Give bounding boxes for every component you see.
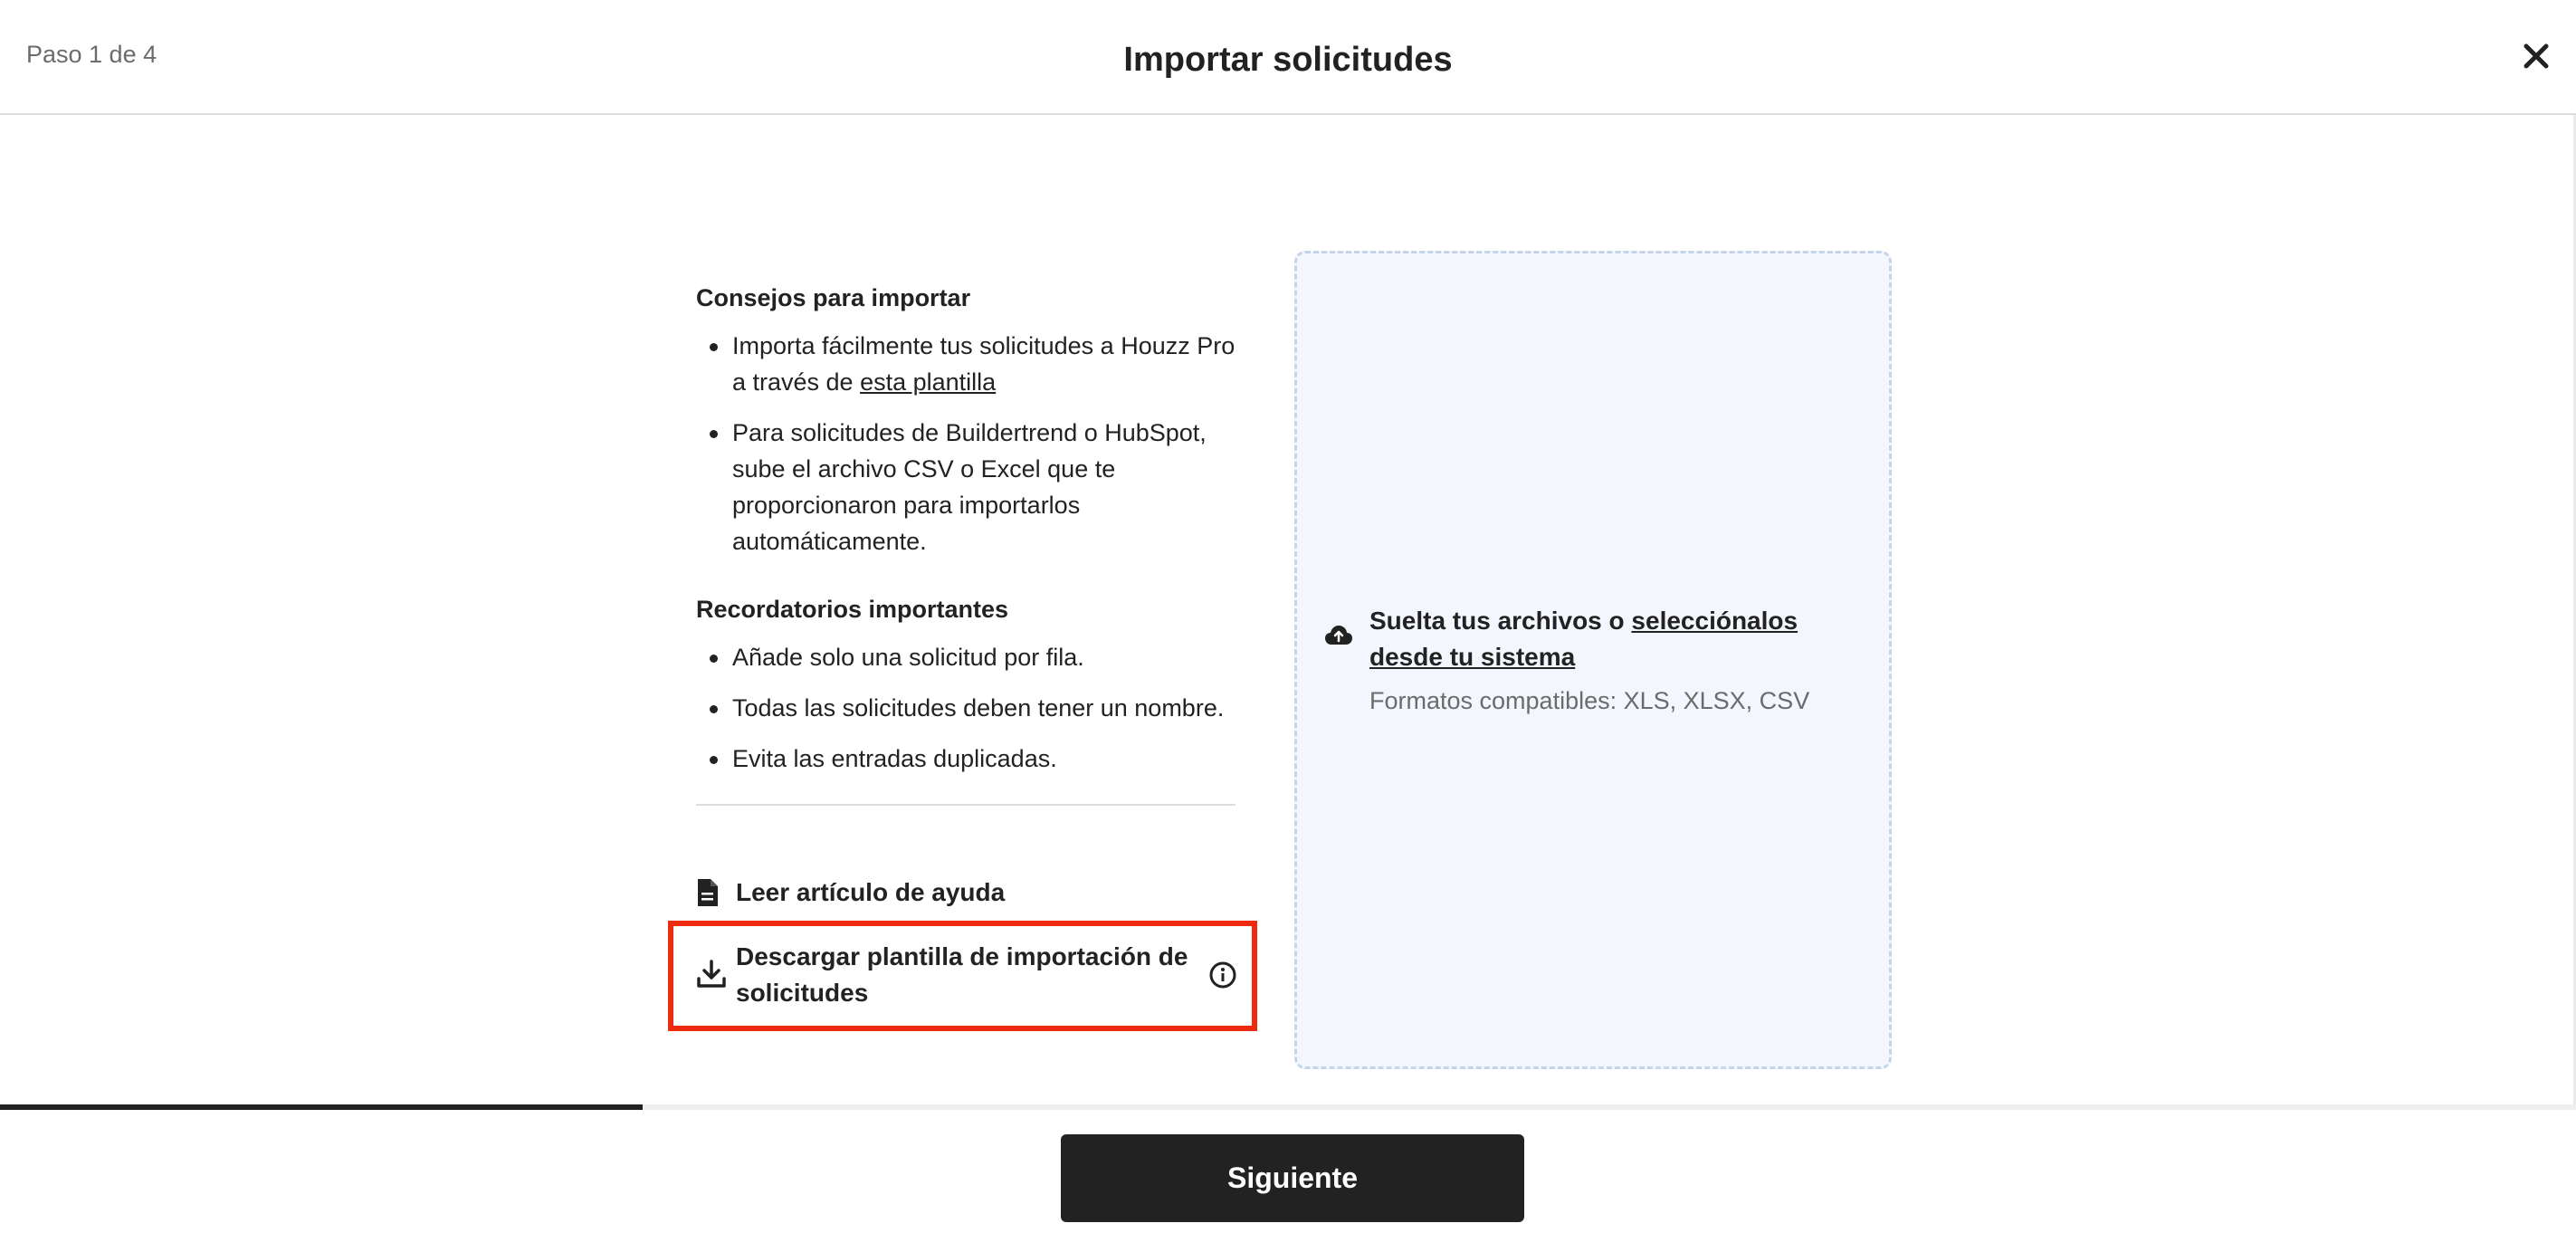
tips-list: Importa fácilmente tus solicitudes a Hou… (696, 328, 1236, 559)
help-article-label: Leer artículo de ayuda (736, 878, 1006, 906)
cloud-upload-icon (1325, 626, 1352, 645)
next-button[interactable]: Siguiente (1061, 1134, 1524, 1222)
instructions-panel: Consejos para importar Importa fácilment… (696, 281, 1236, 806)
drop-prefix: Suelta tus archivos o (1369, 607, 1632, 635)
divider (696, 804, 1236, 806)
download-template-label: Descargar plantilla de importación de so… (736, 942, 1188, 1007)
tips-title: Consejos para importar (696, 284, 971, 311)
reminders-title: Recordatorios importantes (696, 596, 1009, 623)
dropzone-text: Suelta tus archivos o selecciónalos desd… (1369, 603, 1876, 675)
list-item: Evita las entradas duplicadas. (696, 741, 1236, 777)
page-title: Importar solicitudes (1123, 41, 1453, 79)
supported-formats: Formatos compatibles: XLS, XLSX, CSV (1369, 687, 1810, 714)
close-button[interactable] (2520, 40, 2552, 72)
list-item: Todas las solicitudes deben tener un nom… (696, 690, 1236, 726)
template-link[interactable]: esta plantilla (860, 368, 996, 396)
help-article-link[interactable]: Leer artículo de ayuda (696, 875, 1005, 911)
download-template-button[interactable]: Descargar plantilla de importación de so… (696, 939, 1239, 1015)
reminders-list: Añade solo una solicitud por fila. Todas… (696, 639, 1236, 777)
list-item: Importa fácilmente tus solicitudes a Hou… (696, 328, 1236, 400)
modal-header: Paso 1 de 4 Importar solicitudes (0, 0, 2576, 115)
download-icon (697, 960, 726, 988)
document-icon (698, 879, 718, 906)
list-item: Para solicitudes de Buildertrend o HubSp… (696, 415, 1236, 559)
close-icon (2524, 43, 2549, 69)
info-icon[interactable] (1208, 961, 1237, 989)
list-item: Añade solo una solicitud por fila. (696, 639, 1236, 675)
